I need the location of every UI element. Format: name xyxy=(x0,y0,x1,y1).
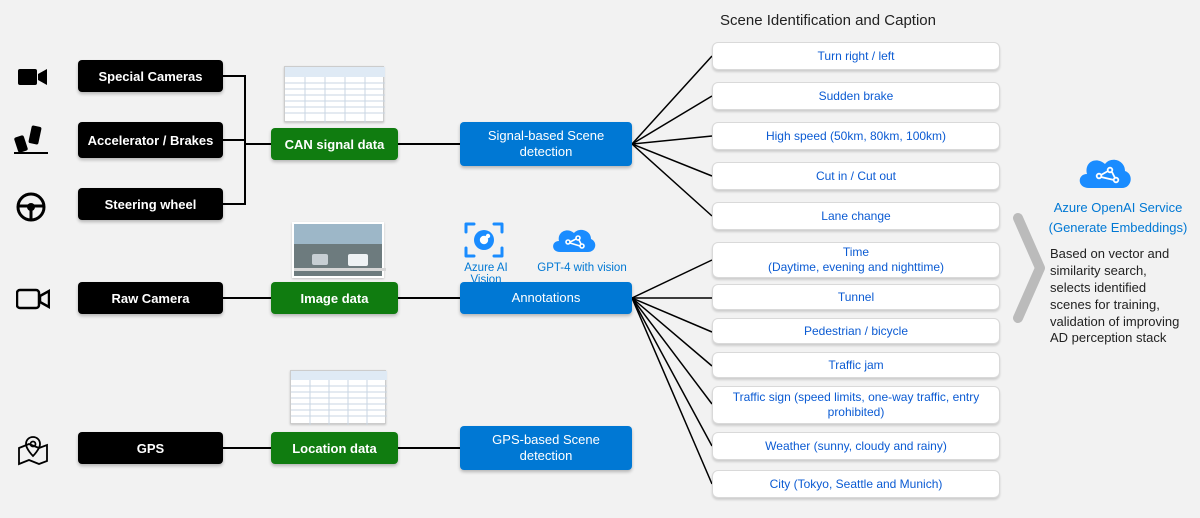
scene-cut-in-out: Cut in / Cut out xyxy=(712,162,1000,190)
source-accelerator-brakes: Accelerator / Brakes xyxy=(78,122,223,158)
source-special-cameras: Special Cameras xyxy=(78,60,223,92)
spreadsheet-thumb xyxy=(284,66,384,122)
scene-sudden-brake: Sudden brake xyxy=(712,82,1000,110)
scene-city: City (Tokyo, Seattle and Munich) xyxy=(712,470,1000,498)
generate-embeddings-label: (Generate Embeddings) xyxy=(1048,220,1188,235)
video-camera-icon xyxy=(18,66,48,93)
steering-wheel-icon xyxy=(16,192,46,227)
azure-vision-label: Azure AI Vision xyxy=(448,262,524,286)
proc-annotations: Annotations xyxy=(460,282,632,314)
data-image: Image data xyxy=(271,282,398,314)
scene-pedestrian: Pedestrian / bicycle xyxy=(712,318,1000,344)
scene-traffic-jam: Traffic jam xyxy=(712,352,1000,378)
source-steering-wheel: Steering wheel xyxy=(78,188,223,220)
camera-outline-icon xyxy=(16,286,50,317)
azure-openai-cloud-icon xyxy=(548,222,600,265)
map-pin-icon xyxy=(16,434,50,473)
road-photo-thumb xyxy=(292,222,384,278)
proc-signal-scene-detection: Signal-based Scene detection xyxy=(460,122,632,166)
scene-weather: Weather (sunny, cloudy and rainy) xyxy=(712,432,1000,460)
scene-traffic-sign: Traffic sign (speed limits, one-way traf… xyxy=(712,386,1000,424)
azure-vision-icon xyxy=(462,220,506,265)
source-raw-camera: Raw Camera xyxy=(78,282,223,314)
scene-lane-change: Lane change xyxy=(712,202,1000,230)
right-description: Based on vector and similarity search, s… xyxy=(1050,246,1190,347)
gpt4v-label: GPT-4 with vision xyxy=(530,262,634,274)
azure-openai-cloud-icon-large xyxy=(1076,152,1136,201)
data-can-signal: CAN signal data xyxy=(271,128,398,160)
pedals-icon xyxy=(14,124,50,159)
scene-high-speed: High speed (50km, 80km, 100km) xyxy=(712,122,1000,150)
section-header: Scene Identification and Caption xyxy=(720,12,936,29)
scene-tunnel: Tunnel xyxy=(712,284,1000,310)
scene-time: Time (Daytime, evening and nighttime) xyxy=(712,242,1000,278)
spreadsheet-thumb-2 xyxy=(290,370,386,424)
proc-gps-scene-detection: GPS-based Scene detection xyxy=(460,426,632,470)
scene-turn: Turn right / left xyxy=(712,42,1000,70)
data-location: Location data xyxy=(271,432,398,464)
azure-openai-service-label: Azure OpenAI Service xyxy=(1048,200,1188,215)
source-gps: GPS xyxy=(78,432,223,464)
